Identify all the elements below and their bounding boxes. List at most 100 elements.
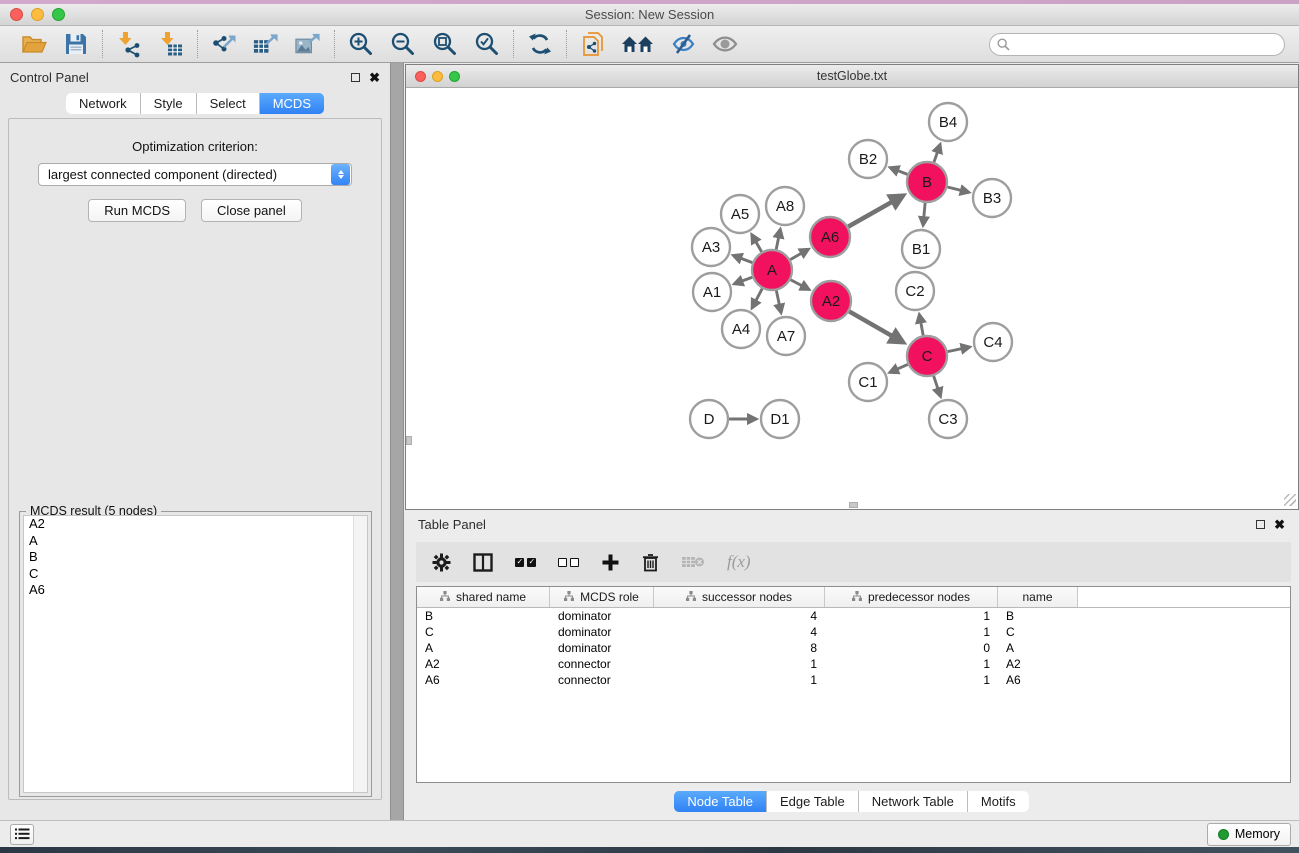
zoom-out-icon[interactable] bbox=[389, 30, 417, 58]
graph-edge-B-B2[interactable] bbox=[890, 168, 907, 175]
add-row-icon[interactable] bbox=[601, 553, 620, 572]
table-cell[interactable]: 1 bbox=[654, 656, 825, 672]
vertical-scrollbar-thumb[interactable] bbox=[406, 436, 412, 445]
deselect-all-icon[interactable] bbox=[558, 558, 579, 567]
show-columns-icon[interactable] bbox=[473, 553, 493, 572]
graph-node-B1[interactable]: B1 bbox=[902, 230, 940, 268]
graph-node-C4[interactable]: C4 bbox=[974, 323, 1012, 361]
table-cell[interactable]: dominator bbox=[550, 640, 654, 656]
table-cell[interactable]: A6 bbox=[417, 672, 550, 688]
task-history-button[interactable] bbox=[10, 824, 34, 845]
memory-button[interactable]: Memory bbox=[1207, 823, 1291, 846]
graph-node-A3[interactable]: A3 bbox=[692, 228, 730, 266]
graph-edge-C-C3[interactable] bbox=[934, 376, 941, 397]
close-panel-icon[interactable]: ✖ bbox=[369, 71, 380, 84]
show-view-icon[interactable] bbox=[711, 30, 739, 58]
function-builder-icon[interactable]: f(x) bbox=[727, 552, 751, 572]
tab-network-table[interactable]: Network Table bbox=[859, 791, 968, 812]
table-cell[interactable]: 1 bbox=[825, 608, 998, 624]
tab-mcds[interactable]: MCDS bbox=[260, 93, 324, 114]
search-input[interactable] bbox=[989, 33, 1285, 56]
import-table-icon[interactable] bbox=[157, 30, 185, 58]
result-item-a2[interactable]: A2 bbox=[24, 516, 367, 533]
criterion-dropdown[interactable]: largest connected component (directed) bbox=[38, 163, 352, 186]
graph-node-D[interactable]: D bbox=[690, 400, 728, 438]
table-cell[interactable]: 1 bbox=[654, 672, 825, 688]
table-cell[interactable]: 1 bbox=[825, 656, 998, 672]
table-cell[interactable]: A2 bbox=[998, 656, 1078, 672]
run-mcds-button[interactable]: Run MCDS bbox=[88, 199, 186, 222]
table-row[interactable]: Adominator80A bbox=[417, 640, 1290, 656]
table-cell[interactable]: 0 bbox=[825, 640, 998, 656]
graph-edge-A2-C[interactable] bbox=[849, 311, 903, 342]
result-item-b[interactable]: B bbox=[24, 549, 367, 566]
home-icon[interactable] bbox=[621, 30, 655, 58]
table-cell[interactable]: 1 bbox=[825, 672, 998, 688]
graph-edge-A-A7[interactable] bbox=[776, 291, 781, 313]
graph-node-B3[interactable]: B3 bbox=[973, 179, 1011, 217]
float-table-panel-icon[interactable] bbox=[1256, 520, 1265, 529]
table-cell[interactable]: connector bbox=[550, 672, 654, 688]
table-cell[interactable]: 8 bbox=[654, 640, 825, 656]
graph-node-C1[interactable]: C1 bbox=[849, 363, 887, 401]
table-row[interactable]: Bdominator41B bbox=[417, 608, 1290, 624]
graph-node-B[interactable]: B bbox=[907, 162, 947, 202]
tab-edge-table[interactable]: Edge Table bbox=[767, 791, 859, 812]
resize-grip-icon[interactable] bbox=[1284, 494, 1296, 506]
graph-node-A1[interactable]: A1 bbox=[693, 273, 731, 311]
table-cell[interactable]: connector bbox=[550, 656, 654, 672]
table-cell[interactable]: A2 bbox=[417, 656, 550, 672]
save-session-icon[interactable] bbox=[62, 30, 90, 58]
table-cell[interactable]: C bbox=[417, 624, 550, 640]
table-cell[interactable]: 4 bbox=[654, 624, 825, 640]
table-cell[interactable]: C bbox=[998, 624, 1078, 640]
graph-node-A7[interactable]: A7 bbox=[767, 317, 805, 355]
delete-table-icon[interactable] bbox=[681, 554, 705, 570]
network-canvas[interactable]: B4B2BB3A8A5A6A3B1AA1C2A2A4A7C4CC1C3DD1 bbox=[406, 88, 1298, 508]
select-all-icon[interactable] bbox=[515, 558, 536, 567]
graph-node-A6[interactable]: A6 bbox=[810, 217, 850, 257]
graph-edge-A-A1[interactable] bbox=[734, 277, 752, 284]
delete-row-icon[interactable] bbox=[642, 553, 659, 572]
table-cell[interactable]: A6 bbox=[998, 672, 1078, 688]
export-network-icon[interactable] bbox=[210, 30, 238, 58]
graph-node-D1[interactable]: D1 bbox=[761, 400, 799, 438]
table-row[interactable]: A6connector11A6 bbox=[417, 672, 1290, 688]
graph-node-C[interactable]: C bbox=[907, 336, 947, 376]
zoom-fit-icon[interactable] bbox=[431, 30, 459, 58]
tab-style[interactable]: Style bbox=[141, 93, 197, 114]
tab-node-table[interactable]: Node Table bbox=[674, 791, 767, 812]
result-item-a[interactable]: A bbox=[24, 533, 367, 550]
table-options-icon[interactable] bbox=[432, 553, 451, 572]
graph-edge-A-A8[interactable] bbox=[776, 229, 780, 249]
tab-select[interactable]: Select bbox=[197, 93, 260, 114]
table-row[interactable]: Cdominator41C bbox=[417, 624, 1290, 640]
graph-edge-A6-B[interactable] bbox=[848, 195, 903, 226]
result-list-scrollbar[interactable] bbox=[353, 516, 367, 792]
zoom-selected-icon[interactable] bbox=[473, 30, 501, 58]
graph-node-C2[interactable]: C2 bbox=[896, 272, 934, 310]
column-header-successor-nodes[interactable]: successor nodes bbox=[654, 587, 825, 607]
column-header-shared-name[interactable]: shared name bbox=[417, 587, 550, 607]
table-cell[interactable]: 1 bbox=[825, 624, 998, 640]
table-cell[interactable]: B bbox=[417, 608, 550, 624]
table-cell[interactable]: dominator bbox=[550, 608, 654, 624]
column-header-predecessor-nodes[interactable]: predecessor nodes bbox=[825, 587, 998, 607]
graph-node-A4[interactable]: A4 bbox=[722, 310, 760, 348]
graph-node-A[interactable]: A bbox=[752, 250, 792, 290]
table-cell[interactable]: dominator bbox=[550, 624, 654, 640]
import-network-icon[interactable] bbox=[115, 30, 143, 58]
table-row[interactable]: A2connector11A2 bbox=[417, 656, 1290, 672]
open-file-icon[interactable] bbox=[20, 30, 48, 58]
close-panel-button[interactable]: Close panel bbox=[201, 199, 302, 222]
graph-node-A8[interactable]: A8 bbox=[766, 187, 804, 225]
graph-edge-C-C4[interactable] bbox=[948, 347, 970, 352]
column-header-MCDS-role[interactable]: MCDS role bbox=[550, 587, 654, 607]
column-header-name[interactable]: name bbox=[998, 587, 1078, 607]
graph-node-C3[interactable]: C3 bbox=[929, 400, 967, 438]
zoom-in-icon[interactable] bbox=[347, 30, 375, 58]
graph-edge-C-C2[interactable] bbox=[919, 314, 923, 335]
result-item-a6[interactable]: A6 bbox=[24, 582, 367, 599]
graph-node-A2[interactable]: A2 bbox=[811, 281, 851, 321]
float-panel-icon[interactable] bbox=[351, 73, 360, 82]
